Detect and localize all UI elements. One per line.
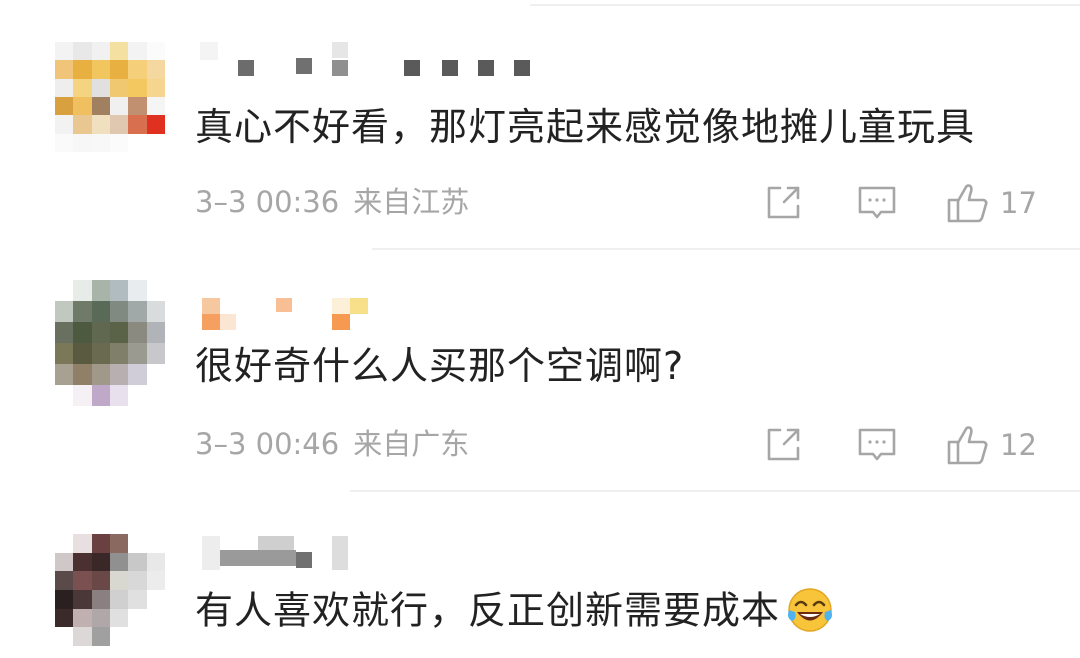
- comment-item: 有人喜欢就行，反正创新需要成本: [0, 492, 1080, 658]
- share-button[interactable]: [764, 426, 802, 464]
- comment-item: 很好奇什么人买那个空调啊? 3–3 00:46 来自广东 12: [0, 250, 1080, 492]
- comment-item: 真心不好看，那灯亮起来感觉像地摊儿童玩具 3–3 00:36 来自江苏 17: [0, 0, 1080, 250]
- share-icon: [767, 428, 800, 461]
- comment-text-content: 有人喜欢就行，反正创新需要成本: [195, 588, 781, 633]
- reply-button[interactable]: [857, 426, 897, 464]
- share-icon: [767, 186, 800, 219]
- thumbs-up-icon: [947, 426, 988, 465]
- reply-button[interactable]: [857, 184, 897, 222]
- comment-location: 来自江苏: [353, 185, 470, 219]
- comment-meta: 3–3 00:36 来自江苏: [195, 188, 469, 217]
- comment-meta: 3–3 00:46 来自广东: [195, 430, 469, 459]
- comment-time: 3–3 00:46: [195, 427, 340, 461]
- like-count: 12: [1000, 427, 1037, 462]
- like-button[interactable]: 17: [946, 182, 1037, 224]
- comment-text: 有人喜欢就行，反正创新需要成本: [195, 586, 834, 640]
- like-button[interactable]: 12: [946, 424, 1037, 466]
- username[interactable]: [200, 42, 540, 76]
- comment-text: 很好奇什么人买那个空调啊?: [195, 344, 685, 388]
- thumbs-up-icon: [947, 184, 988, 223]
- like-count: 17: [1000, 185, 1037, 220]
- comment-time: 3–3 00:36: [195, 185, 340, 219]
- comment-location: 来自广东: [353, 427, 470, 461]
- reply-icon: [858, 186, 896, 219]
- tears-of-joy-emoji-icon: [786, 586, 834, 640]
- avatar[interactable]: [55, 534, 165, 646]
- comment-text: 真心不好看，那灯亮起来感觉像地摊儿童玩具: [195, 105, 976, 149]
- reply-icon: [858, 428, 896, 461]
- username[interactable]: [200, 298, 540, 330]
- avatar[interactable]: [55, 280, 165, 406]
- share-button[interactable]: [764, 184, 802, 222]
- avatar[interactable]: [55, 42, 165, 152]
- username[interactable]: [200, 536, 540, 570]
